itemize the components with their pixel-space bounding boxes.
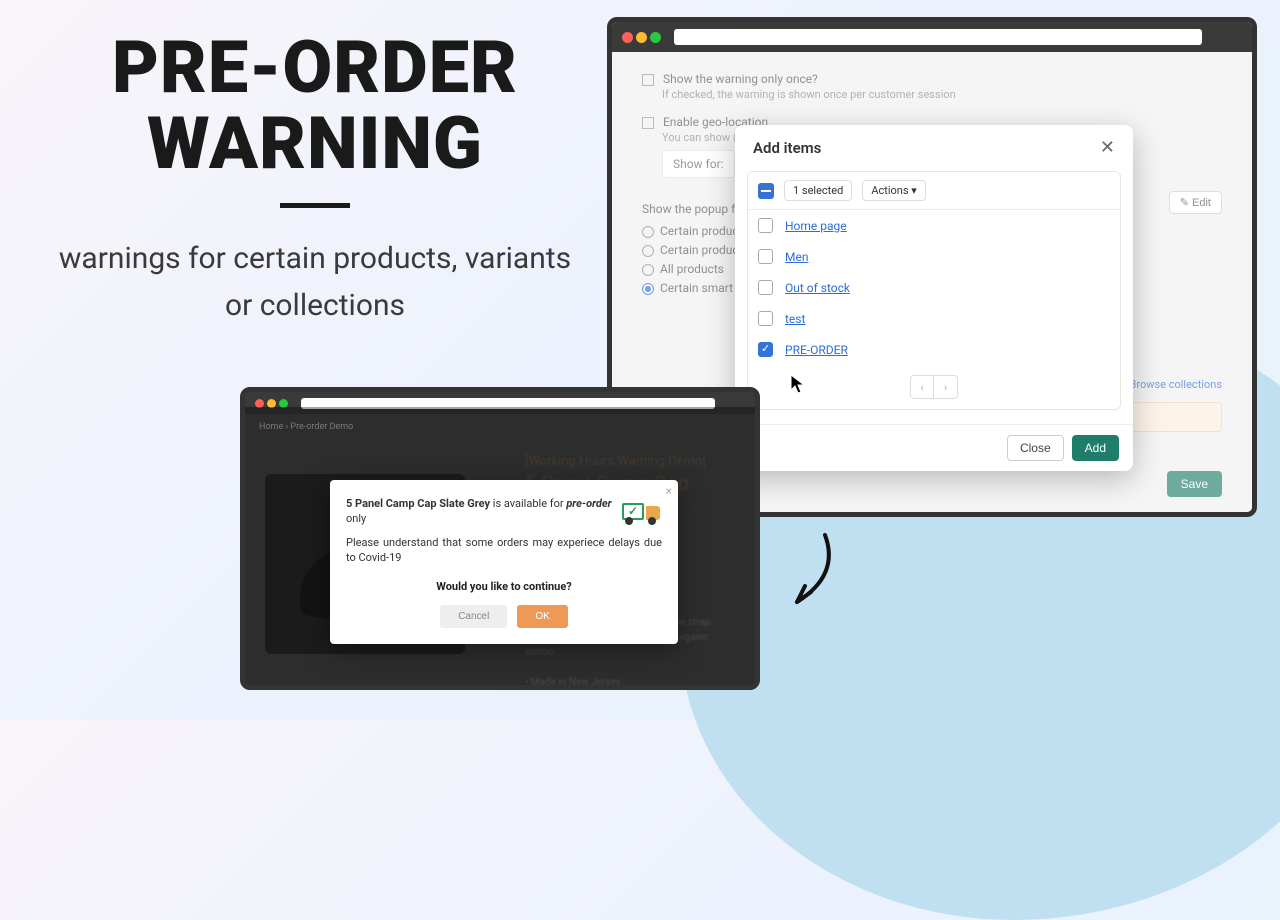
- link-home-page[interactable]: Home page: [785, 219, 847, 233]
- list-item: PRE-ORDER: [748, 334, 1120, 365]
- link-men[interactable]: Men: [785, 250, 808, 264]
- link-out-of-stock[interactable]: Out of stock: [785, 281, 850, 295]
- popup-close-icon[interactable]: ×: [666, 484, 672, 498]
- url-bar[interactable]: [674, 29, 1202, 45]
- arrow-icon: [785, 530, 845, 620]
- modal-close-icon[interactable]: ✕: [1100, 139, 1115, 157]
- popup-question: Would you like to continue?: [346, 580, 662, 593]
- list-item: Out of stock: [748, 272, 1120, 303]
- cursor-icon: [790, 374, 806, 396]
- preorder-warning-modal: × 5 Panel Camp Cap Slate Grey is availab…: [330, 480, 678, 644]
- truck-icon: [620, 494, 662, 526]
- modal-close-button[interactable]: Close: [1007, 435, 1064, 461]
- popup-preorder-word: pre-order: [566, 497, 611, 510]
- close-dot[interactable]: [622, 32, 633, 43]
- link-test[interactable]: test: [785, 312, 805, 326]
- hero: PRE-ORDER WARNING warnings for certain p…: [45, 30, 585, 329]
- select-all-mixed-checkbox[interactable]: [758, 183, 774, 199]
- list-item: Men: [748, 241, 1120, 272]
- selected-count: 1 selected: [784, 180, 852, 201]
- list-item: test: [748, 303, 1120, 334]
- checkbox-men[interactable]: [758, 249, 773, 264]
- storefront-window: Home › Pre-order Demo [Working Hours War…: [240, 387, 760, 690]
- popup-cancel-button[interactable]: Cancel: [440, 605, 507, 628]
- actions-dropdown[interactable]: Actions ▾: [862, 180, 925, 201]
- popup-ok-button[interactable]: OK: [517, 605, 567, 628]
- link-pre-order[interactable]: PRE-ORDER: [785, 343, 848, 357]
- hero-title: PRE-ORDER WARNING: [45, 30, 585, 181]
- titlebar: [612, 22, 1252, 52]
- checkbox-test[interactable]: [758, 311, 773, 326]
- checkbox-home-page[interactable]: [758, 218, 773, 233]
- popup-line2: Please understand that some orders may e…: [346, 535, 662, 566]
- max-dot[interactable]: [650, 32, 661, 43]
- modal-title: Add items: [753, 139, 821, 157]
- list-item: Home page: [748, 210, 1120, 241]
- pager-next[interactable]: ›: [934, 375, 958, 399]
- popup-product-name: 5 Panel Camp Cap Slate Grey: [346, 497, 490, 510]
- checkbox-out-of-stock[interactable]: [758, 280, 773, 295]
- hero-subtitle: warnings for certain products, variants …: [45, 236, 585, 329]
- checkbox-pre-order[interactable]: [758, 342, 773, 357]
- pager-prev[interactable]: ‹: [910, 375, 934, 399]
- add-items-modal: Add items ✕ 1 selected Actions ▾ Home pa…: [735, 125, 1133, 471]
- hero-divider: [280, 203, 350, 208]
- min-dot[interactable]: [636, 32, 647, 43]
- modal-add-button[interactable]: Add: [1072, 435, 1119, 461]
